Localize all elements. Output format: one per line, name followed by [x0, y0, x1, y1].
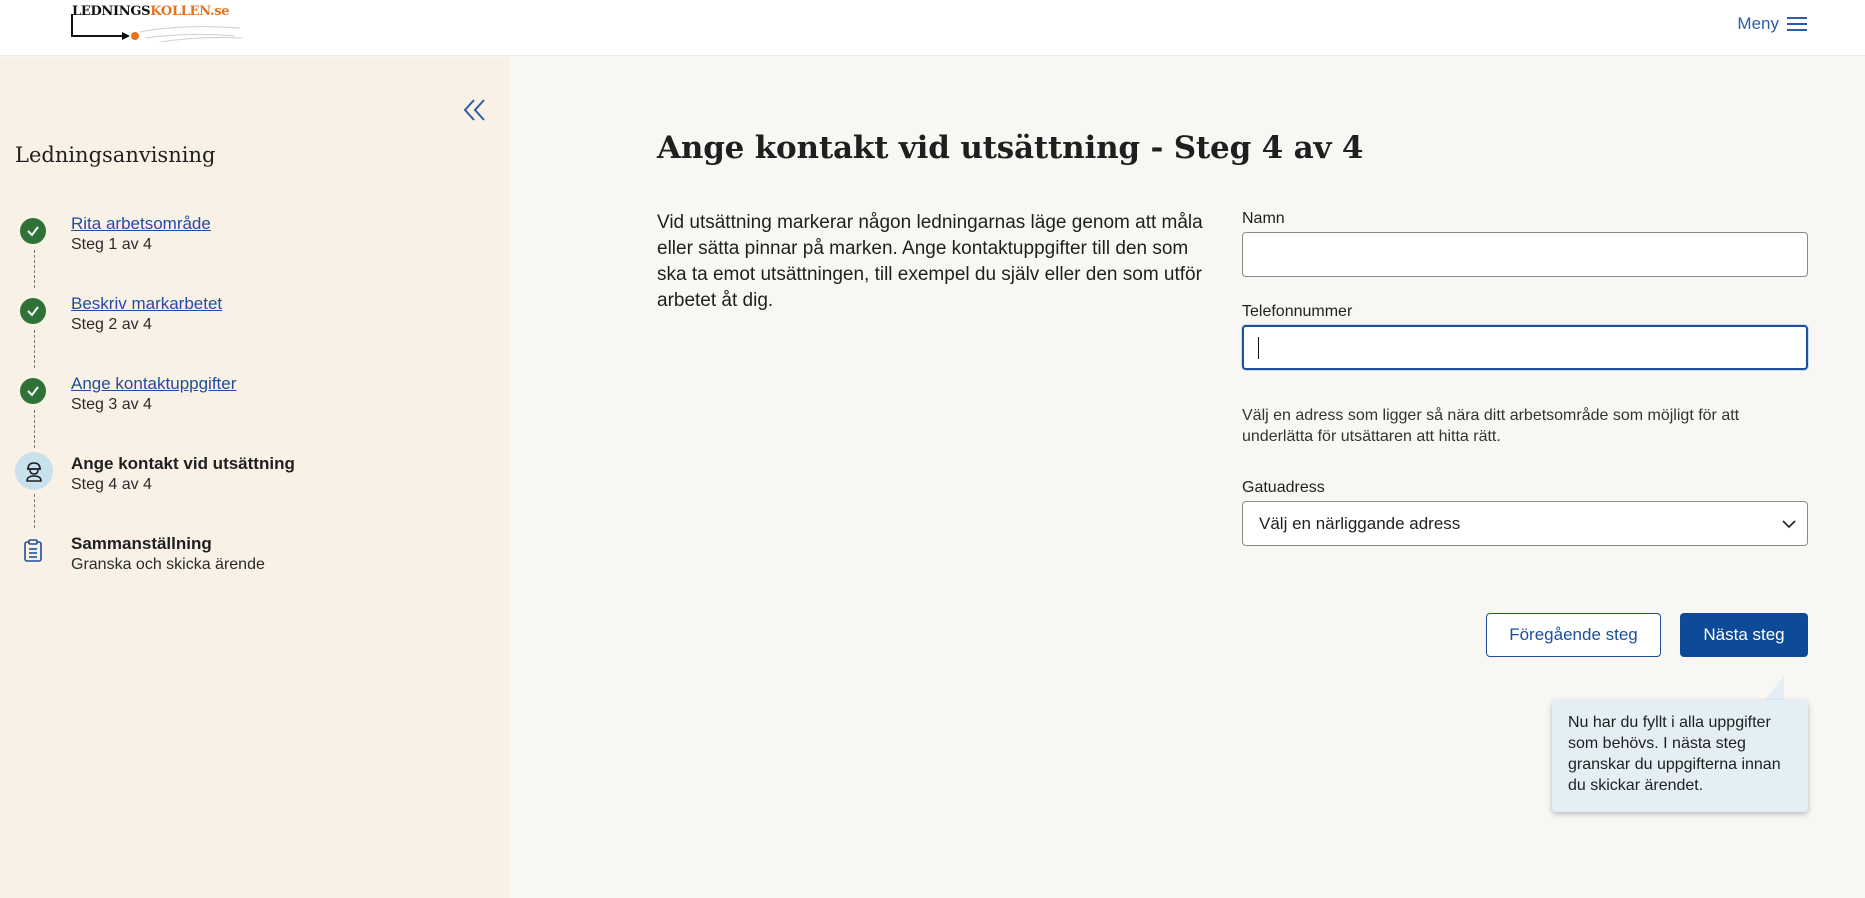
phone-input[interactable]	[1242, 325, 1808, 370]
clipboard-icon	[20, 538, 46, 564]
double-chevron-left-icon	[463, 99, 485, 121]
step-item-rita-arbetsomrade: Rita arbetsområde Steg 1 av 4	[15, 214, 485, 294]
top-header: LEDNINGSKOLLEN.se Meny	[0, 0, 1865, 56]
step-item-beskriv-markarbetet: Beskriv markarbetet Steg 2 av 4	[15, 294, 485, 374]
step-list: Rita arbetsområde Steg 1 av 4 Beskriv ma…	[15, 214, 485, 614]
check-icon	[20, 298, 46, 324]
step-item-sammanstallning: Sammanställning Granska och skicka ärend…	[15, 534, 485, 614]
step-title-sammanstallning: Sammanställning	[71, 534, 212, 553]
logo-arrow-graphic	[71, 14, 243, 42]
check-icon	[20, 218, 46, 244]
phone-field-group: Telefonnummer	[1242, 303, 1808, 370]
check-icon	[20, 378, 46, 404]
step-connector	[34, 330, 35, 368]
text-caret	[1258, 337, 1259, 359]
step-connector	[34, 494, 35, 528]
worker-icon	[15, 452, 53, 490]
step-link-ange-kontaktuppgifter[interactable]: Ange kontaktuppgifter	[71, 374, 236, 394]
step-subtitle: Steg 4 av 4	[71, 476, 152, 493]
intro-text: Vid utsättning markerar någon ledningarn…	[657, 212, 1203, 311]
menu-label: Meny	[1737, 14, 1779, 33]
previous-step-button[interactable]: Föregående steg	[1486, 613, 1661, 657]
phone-label: Telefonnummer	[1242, 303, 1353, 320]
collapse-sidebar-button[interactable]	[460, 95, 490, 125]
step-subtitle: Steg 1 av 4	[71, 236, 152, 253]
sidebar-title: Ledningsanvisning	[15, 143, 216, 167]
street-address-select[interactable]: Välj en närliggande adress	[1242, 501, 1808, 546]
step-subtitle: Granska och skicka ärende	[71, 556, 265, 573]
step-sidebar: Ledningsanvisning Rita arbetsområde Steg…	[0, 57, 510, 898]
step-connector	[34, 410, 35, 448]
name-field-group: Namn	[1242, 210, 1808, 277]
step-connector	[34, 250, 35, 288]
step-item-ange-kontakt-vid-utsattning: Ange kontakt vid utsättning Steg 4 av 4	[15, 452, 485, 534]
ledningskollen-logo[interactable]: LEDNINGSKOLLEN.se	[70, 2, 245, 42]
tooltip-arrow	[1764, 676, 1784, 701]
step-link-rita-arbetsomrade[interactable]: Rita arbetsområde	[71, 214, 211, 234]
next-step-button[interactable]: Nästa steg	[1680, 613, 1808, 657]
chevron-down-icon	[1782, 520, 1796, 529]
step-subtitle: Steg 3 av 4	[71, 396, 152, 413]
name-input[interactable]	[1242, 232, 1808, 277]
step-subtitle: Steg 2 av 4	[71, 316, 152, 333]
name-label: Namn	[1242, 210, 1285, 227]
street-field-group: Gatuadress Välj en närliggande adress	[1242, 479, 1808, 546]
street-label: Gatuadress	[1242, 479, 1325, 496]
step-title-current: Ange kontakt vid utsättning	[71, 454, 295, 473]
page-title: Ange kontakt vid utsättning - Steg 4 av …	[657, 130, 1364, 166]
menu-button[interactable]: Meny	[1737, 12, 1809, 36]
address-hint: Välj en adress som ligger så nära ditt a…	[1242, 407, 1740, 445]
step-link-beskriv-markarbetet[interactable]: Beskriv markarbetet	[71, 294, 222, 314]
street-selected-value: Välj en närliggande adress	[1259, 513, 1461, 533]
step-item-ange-kontaktuppgifter: Ange kontaktuppgifter Steg 3 av 4	[15, 374, 485, 454]
next-step-tooltip: Nu har du fyllt i alla uppgifter som beh…	[1552, 700, 1808, 812]
hamburger-icon	[1787, 16, 1809, 32]
